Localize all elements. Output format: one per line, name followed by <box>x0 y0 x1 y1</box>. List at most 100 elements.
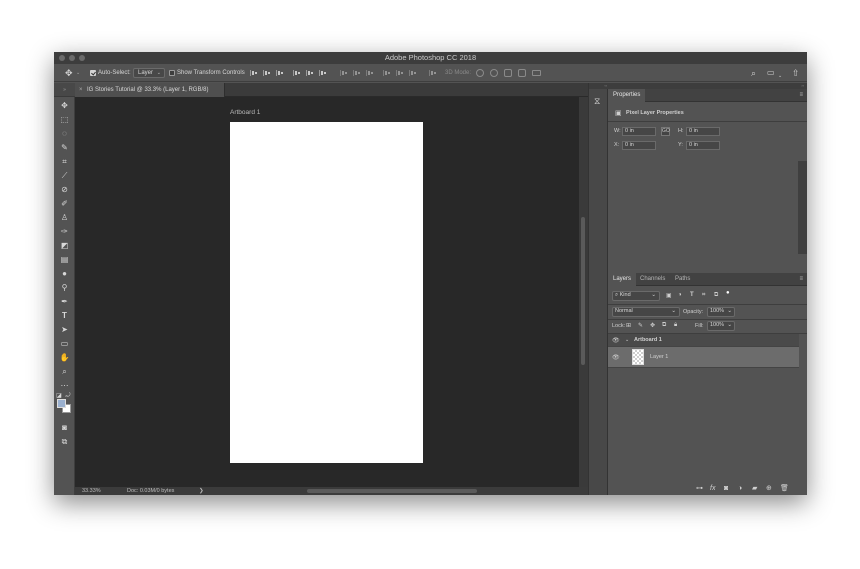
3d-orbit-icon[interactable] <box>476 69 484 77</box>
align-left-icon[interactable] <box>293 70 300 76</box>
new-group-icon[interactable]: ▰ <box>752 484 757 494</box>
vertical-scroll-thumb[interactable] <box>581 217 585 365</box>
quick-select-icon[interactable]: ✎ <box>58 142 71 153</box>
zoom-level[interactable]: 33.33% <box>82 487 101 495</box>
tool-preset-chevron-icon[interactable]: ⌄ <box>76 64 80 82</box>
artboard[interactable] <box>230 122 423 463</box>
lock-all-icon[interactable]: 🔒︎ <box>674 322 677 329</box>
add-mask-icon[interactable]: ◙ <box>724 484 728 494</box>
path-select-icon[interactable]: ➤ <box>58 324 71 335</box>
properties-scrollbar[interactable] <box>798 161 807 254</box>
dock-collapse-grip[interactable]: ‹‹ <box>589 83 609 89</box>
workspace-icon[interactable]: ▭ <box>767 68 775 78</box>
more-tools-icon[interactable]: ⋯ <box>58 380 71 391</box>
layer-effects-button[interactable]: fx <box>710 484 715 494</box>
fill-field[interactable]: 100% ⌄ <box>707 321 735 331</box>
blend-mode-select[interactable]: Normal ⌄ <box>612 307 680 317</box>
dodge-icon[interactable]: ⚲ <box>58 282 71 293</box>
x-field[interactable]: 0 in <box>622 141 656 150</box>
3d-slide-icon[interactable] <box>518 69 526 77</box>
layers-menu-icon[interactable]: ≡ <box>799 273 803 286</box>
close-tab-icon[interactable]: × <box>79 83 83 97</box>
move-tool-icon[interactable]: ✥ <box>65 64 73 82</box>
lock-position-icon[interactable]: ✥ <box>650 322 655 329</box>
filter-adjustment-icon[interactable]: ◑ <box>678 292 682 298</box>
distribute-top-icon[interactable] <box>340 70 347 76</box>
status-menu-arrow[interactable]: ❯ <box>199 487 204 495</box>
clone-stamp-icon[interactable]: ♙ <box>58 212 71 223</box>
move-icon[interactable]: ✥ <box>58 100 71 111</box>
eraser-icon[interactable]: ◩ <box>58 240 71 251</box>
tab-channels[interactable]: Channels <box>635 273 670 286</box>
share-icon[interactable]: ⇧ <box>792 68 800 78</box>
align-bottom-icon[interactable] <box>276 70 283 76</box>
lock-artboard-icon[interactable]: ⧉ <box>662 322 666 329</box>
lasso-icon[interactable]: ◌ <box>58 128 71 139</box>
screen-mode-icon[interactable]: ⧉ <box>58 436 71 447</box>
align-top-icon[interactable] <box>250 70 257 76</box>
3d-pan-icon[interactable] <box>504 69 512 77</box>
pen-icon[interactable]: ✒ <box>58 296 71 307</box>
canvas-area[interactable]: Artboard 1 <box>75 97 579 487</box>
distribute-right-icon[interactable] <box>409 70 416 76</box>
history-panel-icon[interactable]: ⧖ <box>594 96 600 107</box>
filter-smart-object-icon[interactable]: ⧉ <box>714 292 718 299</box>
distribute-vcenter-icon[interactable] <box>353 70 360 76</box>
height-field[interactable]: 0 in <box>686 127 720 136</box>
auto-select-checkbox[interactable] <box>90 70 96 76</box>
lock-image-icon[interactable]: ✎ <box>638 322 643 329</box>
y-field[interactable]: 0 in <box>686 141 720 150</box>
3d-roll-icon[interactable] <box>490 69 498 77</box>
blur-icon[interactable]: ● <box>58 268 71 279</box>
hand-icon[interactable]: ✋ <box>58 352 71 363</box>
search-icon[interactable]: ⌕ <box>751 68 756 78</box>
align-hcenter-icon[interactable] <box>306 70 313 76</box>
width-field[interactable]: 0 in <box>622 127 656 136</box>
link-dimensions-button[interactable]: GO <box>661 127 670 136</box>
distribute-bottom-icon[interactable] <box>366 70 373 76</box>
distribute-left-icon[interactable] <box>383 70 390 76</box>
filter-shape-icon[interactable]: ⌗ <box>702 292 705 299</box>
toolbar-collapse-grip[interactable]: » <box>54 83 75 97</box>
filter-type-icon[interactable]: T <box>690 292 694 298</box>
filter-pixel-icon[interactable]: ▣ <box>666 292 672 299</box>
distribute-hcenter-icon[interactable] <box>396 70 403 76</box>
layer-filter-select[interactable]: ⌕ Kind ⌄ <box>612 291 660 301</box>
workspace-chevron-icon[interactable]: ⌄ <box>778 71 782 81</box>
tab-properties[interactable]: Properties <box>608 89 646 102</box>
horizontal-scroll-thumb[interactable] <box>307 489 477 493</box>
eye-icon[interactable]: 👁︎ <box>612 354 620 361</box>
new-layer-icon[interactable]: ⊕ <box>766 484 772 494</box>
auto-select-target-select[interactable]: Layer ⌄ <box>133 68 165 78</box>
tab-paths[interactable]: Paths <box>670 273 695 286</box>
3d-scale-icon[interactable] <box>532 70 541 76</box>
crop-icon[interactable]: ⌗ <box>58 156 71 167</box>
healing-brush-icon[interactable]: ⊘ <box>58 184 71 195</box>
history-brush-icon[interactable]: ✑ <box>58 226 71 237</box>
align-right-icon[interactable] <box>319 70 326 76</box>
lock-transparent-icon[interactable]: ⊞ <box>626 322 631 329</box>
panel-menu-icon[interactable]: ≡ <box>799 89 803 102</box>
document-tab[interactable]: × IG Stories Tutorial @ 33.3% (Layer 1, … <box>75 83 225 97</box>
artboard-label[interactable]: Artboard 1 <box>230 109 260 116</box>
chevron-down-icon[interactable]: ⌄ <box>625 337 629 343</box>
delete-layer-icon[interactable]: 🗑︎ <box>780 484 789 494</box>
quick-mask-icon[interactable]: ◙ <box>58 422 71 433</box>
marquee-icon[interactable]: ⬚ <box>58 114 71 125</box>
type-icon[interactable]: T <box>58 310 71 321</box>
adjustment-layer-icon[interactable]: ◑ <box>738 484 742 494</box>
artboard-layer-row[interactable]: 👁︎ ⌄ Artboard 1 <box>608 334 799 347</box>
filter-toggle-icon[interactable]: ● <box>726 290 730 296</box>
gradient-icon[interactable]: ▤ <box>58 254 71 265</box>
align-vcenter-icon[interactable] <box>263 70 270 76</box>
eyedropper-icon[interactable]: ⟋ <box>58 170 71 181</box>
zoom-icon[interactable]: ⌕ <box>58 366 71 377</box>
layer-row[interactable]: 👁︎ Layer 1 <box>608 347 799 368</box>
eye-icon[interactable]: 👁︎ <box>612 337 620 344</box>
brush-icon[interactable]: ✐ <box>58 198 71 209</box>
tab-layers[interactable]: Layers <box>608 273 637 286</box>
rectangle-icon[interactable]: ▭ <box>58 338 71 349</box>
show-transform-checkbox[interactable] <box>169 70 175 76</box>
link-layers-icon[interactable]: ⊶ <box>696 484 703 494</box>
foreground-color-swatch[interactable] <box>57 399 66 408</box>
